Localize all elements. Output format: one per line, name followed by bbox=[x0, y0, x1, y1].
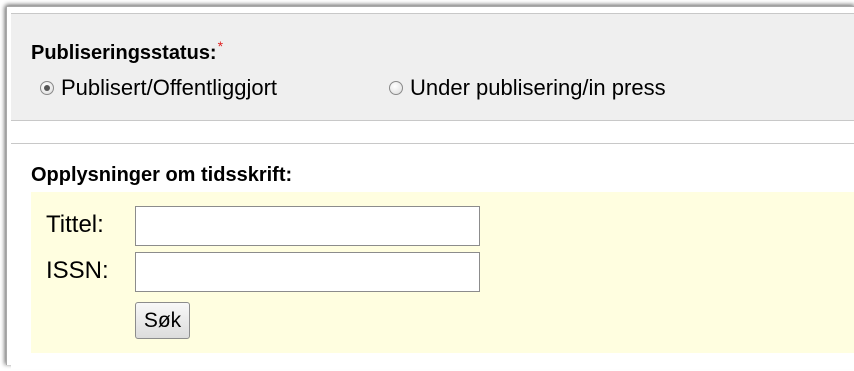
required-marker: * bbox=[217, 38, 224, 54]
radio-published-circle[interactable] bbox=[40, 81, 54, 95]
radio-in-press-circle[interactable] bbox=[389, 81, 403, 95]
search-button[interactable]: Søk bbox=[135, 302, 190, 339]
radio-published[interactable]: Publisert/Offentliggjort bbox=[40, 74, 277, 102]
publication-status-label: Publiseringsstatus:* bbox=[31, 38, 224, 66]
issn-label: ISSN: bbox=[46, 257, 109, 284]
title-input[interactable] bbox=[135, 206, 480, 246]
publication-status-label-text: Publiseringsstatus: bbox=[31, 42, 217, 64]
radio-in-press-label[interactable]: Under publisering/in press bbox=[410, 75, 666, 101]
radio-published-label[interactable]: Publisert/Offentliggjort bbox=[61, 75, 277, 101]
title-label: Tittel: bbox=[46, 211, 104, 238]
journal-info-heading: Opplysninger om tidsskrift: bbox=[31, 164, 293, 186]
issn-input[interactable] bbox=[135, 252, 480, 292]
publication-status-section bbox=[11, 13, 854, 121]
radio-in-press[interactable]: Under publisering/in press bbox=[389, 74, 666, 102]
